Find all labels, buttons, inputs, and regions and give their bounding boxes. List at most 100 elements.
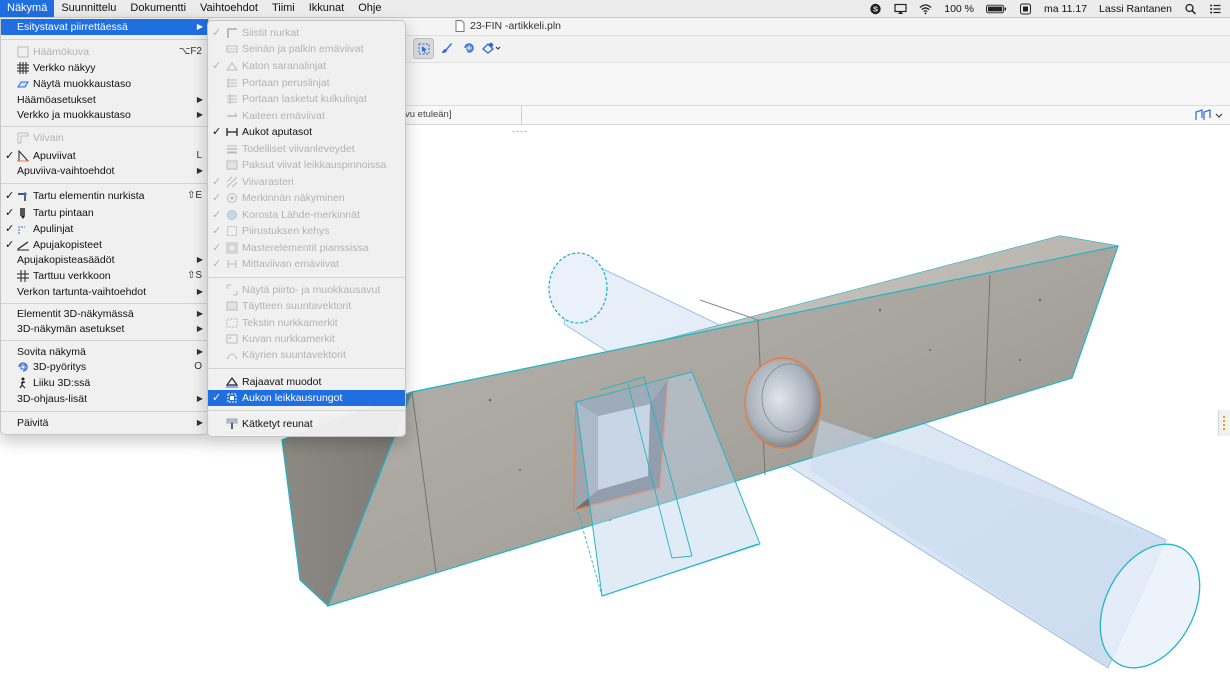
submenu-item-text-corner-markers[interactable]: Tekstin nurkkamerkit (208, 315, 405, 331)
menu-item-grid-display[interactable]: Verkko näkyy (1, 60, 208, 76)
menu-separator (1, 39, 208, 40)
curve-vector-icon (226, 353, 238, 360)
clock[interactable]: ma 11.17 (1044, 3, 1087, 15)
circular-opening[interactable] (744, 357, 822, 449)
user-name[interactable]: Lassi Rantanen (1099, 3, 1172, 15)
skype-icon[interactable]: S (869, 3, 882, 15)
submenu-item-stair-baselines[interactable]: Portaan peruslinjat (208, 75, 405, 91)
menu-item-snap-point-settings[interactable]: Apujakopisteasäädöt ▶ (1, 252, 208, 268)
spotlight-search-icon[interactable] (1184, 3, 1197, 15)
checkmark-icon: ✓ (212, 209, 222, 221)
document-icon (455, 20, 465, 32)
submenu-item-fill-handles[interactable]: Täytteen suuntavektorit (208, 298, 405, 314)
submenu-item-railing-reference-lines[interactable]: Kaiteen emäviivat (208, 108, 405, 124)
menubar-status-area: S 100 % ma 11.17 Lassi Rantanen (869, 0, 1222, 17)
menu-item-refresh[interactable]: Päivitä ▶ (1, 415, 208, 431)
submenu-arrow-icon: ▶ (196, 309, 203, 318)
menu-item-snap-surface[interactable]: ✓ Tartu pintaan (1, 205, 208, 221)
submenu-item-true-line-weights[interactable]: Todelliset viivanleveydet (208, 141, 405, 157)
scrollbar-marker[interactable] (1218, 410, 1230, 436)
submenu-arrow-icon: ▶ (196, 255, 203, 264)
menu-item-grid-snap-options[interactable]: Verkon tartunta-vaihtoehdot ▶ (1, 284, 208, 300)
stair-walkline-icon (227, 94, 237, 104)
menu-item-fit-view[interactable]: Sovita näkymä ▶ (1, 344, 208, 360)
submenu-item-stair-walking-lines[interactable]: Portaan lasketut kulkulinjat (208, 91, 405, 107)
menu-options[interactable]: Vaihtoehdot (193, 0, 265, 17)
menu-item-display-options[interactable]: Esitystavat piirrettäessä ▶ (1, 19, 208, 35)
submenu-item-bounding-shapes[interactable]: Rajaavat muodot (208, 374, 405, 390)
battery-icon[interactable] (986, 3, 1007, 15)
submenu-item-opening-cut-bodies[interactable]: ✓ Aukon leikkausrungot (208, 390, 405, 406)
submenu-item-image-corner-markers[interactable]: Kuvan nurkkamerkit (208, 331, 405, 347)
menu-item-snap-guides[interactable]: ✓ Apulinjat (1, 221, 208, 237)
menu-item-snap-points[interactable]: ✓ Apujakopisteet (1, 237, 208, 253)
menu-item-grid-edit-plane[interactable]: Verkko ja muokkaustaso ▶ (1, 107, 208, 123)
keyboard-input-icon[interactable] (1019, 3, 1032, 15)
text-corner-icon (226, 318, 238, 328)
menu-item-ruler[interactable]: Viivain (1, 130, 208, 146)
submenu-item-opening-helpers[interactable]: ✓ Aukot aputasot (208, 124, 405, 140)
menu-item-ghost-story[interactable]: Häämökuva ⌥F2 (1, 44, 208, 60)
checkmark-icon: ✓ (212, 60, 222, 72)
toolbar-select-tool[interactable] (413, 38, 434, 59)
submenu-arrow-icon: ▶ (196, 347, 203, 356)
menubar: Näkymä Suunnittelu Dokumentti Vaihtoehdo… (0, 0, 1230, 18)
drawing-frame-icon (227, 226, 237, 236)
view-tab-label[interactable]: vu etuleän] (405, 109, 451, 120)
submenu-item-marker-visibility[interactable]: ✓ Merkinnän näkyminen (208, 190, 405, 206)
wifi-icon[interactable] (919, 3, 932, 15)
checkmark-icon: ✓ (212, 242, 222, 254)
menu-item-3d-navigation-extras[interactable]: 3D-ohjaus-lisät ▶ (1, 391, 208, 407)
clean-intersections-icon (227, 28, 237, 38)
svg-text:S: S (873, 4, 878, 13)
submenu-item-line-hatching[interactable]: ✓ Viivarasteri (208, 174, 405, 190)
submenu-item-show-drawing-aids[interactable]: Näytä piirto- ja muokkausavut (208, 282, 405, 298)
toolbar-view-options[interactable] (481, 38, 501, 58)
notification-center-icon[interactable] (1209, 3, 1222, 15)
toolbar-paint-tool[interactable] (437, 38, 457, 58)
submenu-item-curve-direction-vectors[interactable]: Käyrien suuntavektorit (208, 347, 405, 363)
ghost-cylinder-front[interactable] (810, 420, 1220, 685)
roof-pivot-icon (226, 62, 238, 71)
view-navigation-icon[interactable] (1194, 108, 1224, 122)
snap-surface-icon (20, 208, 25, 219)
submenu-item-hidden-edges[interactable]: Kätketyt reunat (208, 416, 405, 432)
checkmark-icon: ✓ (212, 192, 222, 204)
submenu-item-dimension-witness-lines[interactable]: ✓ Mittaviivan emäviivat (208, 256, 405, 272)
submenu-item-highlight-source-markers[interactable]: ✓ Korosta Lähde-merkinnät (208, 207, 405, 223)
menu-separator (1, 340, 208, 341)
menu-design[interactable]: Suunnittelu (54, 0, 123, 17)
menu-view[interactable]: Näkymä (0, 0, 55, 17)
airplay-display-icon[interactable] (894, 3, 907, 15)
menu-help[interactable]: Ohje (351, 0, 388, 17)
menu-item-guide-line-options[interactable]: Apuviiva-vaihtoehdot ▶ (1, 163, 208, 179)
submenu-arrow-icon: ▶ (196, 418, 203, 427)
brush-icon (442, 43, 452, 53)
submenu-item-bold-cut-lines[interactable]: Paksut viivat leikkauspinnoissa (208, 157, 405, 173)
menu-separator (1, 411, 208, 412)
submenu-arrow-icon: ▶ (196, 166, 203, 175)
checkmark-icon: ✓ (212, 392, 222, 404)
menu-item-elements-in-3d[interactable]: Elementit 3D-näkymässä ▶ (1, 306, 208, 322)
menu-item-3d-orbit[interactable]: 3D-pyöritys O (1, 359, 208, 375)
menu-item-snap-to-grid[interactable]: Tarttuu verkkoon ⇧S (1, 268, 208, 284)
checkmark-icon: ✓ (212, 126, 222, 138)
menu-item-guide-lines[interactable]: ✓ Apuviivat L (1, 148, 208, 164)
menu-document[interactable]: Dokumentti (123, 0, 193, 17)
menu-item-ghost-settings[interactable]: Häämöasetukset ▶ (1, 92, 208, 108)
menu-item-walk-in-3d[interactable]: Liiku 3D:ssä (1, 375, 208, 391)
menu-teamwork[interactable]: Tiimi (265, 0, 302, 17)
checkmark-icon: ✓ (5, 207, 15, 219)
menu-item-3d-view-settings[interactable]: 3D-näkymän asetukset ▶ (1, 321, 208, 337)
checkmark-icon: ✓ (212, 225, 222, 237)
submenu-item-wall-beam-reference-lines[interactable]: Seinän ja palkin emäviivat (208, 41, 405, 57)
submenu-arrow-icon: ▶ (196, 110, 203, 119)
submenu-item-drawing-frame[interactable]: ✓ Piirustuksen kehys (208, 223, 405, 239)
menu-window[interactable]: Ikkunat (302, 0, 351, 17)
menu-item-snap-element-corners[interactable]: ✓ Tartu elementin nurkista ⇧E (1, 188, 208, 204)
menu-item-show-edit-plane[interactable]: Näytä muokkaustaso (1, 76, 208, 92)
submenu-item-master-elements[interactable]: ✓ Masterelementit pianssissa (208, 240, 405, 256)
toolbar-orbit-tool[interactable] (459, 38, 479, 58)
submenu-item-roof-pivot-lines[interactable]: ✓ Katon saranalinjat (208, 58, 405, 74)
submenu-item-clean-intersections[interactable]: ✓ Siistit nurkat (208, 25, 405, 41)
